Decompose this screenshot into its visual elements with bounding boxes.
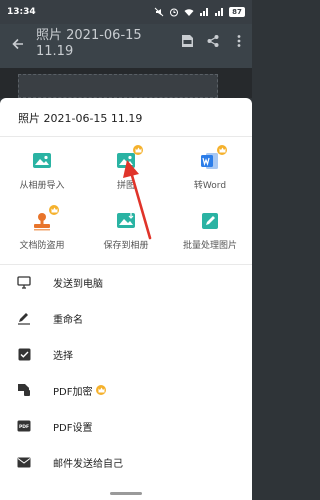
- pdf-lock-icon: [16, 382, 32, 398]
- pen-icon: [16, 310, 32, 326]
- app-bar-actions: [174, 26, 252, 56]
- list-item-select[interactable]: 选择: [0, 336, 252, 372]
- monitor-icon: [16, 274, 32, 290]
- more-button[interactable]: [226, 26, 252, 56]
- list-item-pdf-settings[interactable]: PDF PDF设置: [0, 408, 252, 444]
- grid-item-label: 拼图: [116, 181, 135, 191]
- pdf-button[interactable]: [174, 26, 200, 56]
- pdf-icon: PDF: [16, 418, 32, 434]
- list-item-label: 重命名: [53, 314, 83, 326]
- grid-item-label: 从相册导入: [19, 181, 65, 191]
- list-item-rename[interactable]: 重命名: [0, 300, 252, 336]
- mute-icon: [154, 7, 164, 17]
- crown-icon: [133, 145, 143, 155]
- grid-item-collage[interactable]: 拼图: [84, 145, 168, 200]
- pdf-icon: [181, 35, 193, 47]
- battery-icon: 87: [229, 7, 245, 17]
- grid-item-save-album[interactable]: 保存到相册: [84, 210, 168, 260]
- more-vertical-icon: [237, 35, 241, 47]
- crown-icon: [49, 205, 59, 215]
- gesture-nav-bar[interactable]: [110, 492, 142, 495]
- sheet-title: 照片 2021-06-15 11.19: [18, 112, 143, 125]
- document-page-placeholder: [18, 74, 218, 98]
- alarm-icon: [170, 8, 178, 17]
- collage-icon: [115, 145, 143, 172]
- signal-2-icon: [215, 8, 223, 16]
- share-icon: [207, 35, 219, 47]
- image-import-icon: [31, 150, 53, 172]
- grid-item-label: 保存到相册: [103, 241, 149, 251]
- bottom-sheet: 照片 2021-06-15 11.19 从相册导入 拼图 转Word 文档防盗用: [0, 98, 252, 500]
- word-icon: [199, 145, 227, 172]
- back-button[interactable]: [0, 26, 36, 62]
- batch-edit-icon: [199, 210, 221, 232]
- crown-icon: [217, 145, 227, 155]
- wifi-icon: [184, 9, 194, 16]
- list-item-send-to-pc[interactable]: 发送到电脑: [0, 264, 252, 300]
- mail-icon: [16, 454, 32, 470]
- grid-item-anti-theft[interactable]: 文档防盗用: [0, 205, 84, 260]
- checkbox-icon: [16, 346, 32, 362]
- grid-item-to-word[interactable]: 转Word: [168, 145, 252, 200]
- list-item-label: PDF设置: [53, 422, 93, 434]
- status-time: 13:34: [7, 7, 36, 17]
- grid-item-label: 文档防盗用: [19, 241, 65, 251]
- signal-icon: [200, 8, 208, 16]
- document-preview: [0, 68, 252, 98]
- stamp-icon: [31, 205, 59, 232]
- list-item-label: 发送到电脑: [53, 278, 103, 290]
- grid-item-batch-edit[interactable]: 批量处理图片: [168, 210, 252, 260]
- grid-item-label: 批量处理图片: [182, 241, 237, 251]
- list-item-text: PDF加密: [53, 386, 93, 398]
- svg-text:PDF: PDF: [19, 424, 29, 430]
- grid-item-import-album[interactable]: 从相册导入: [0, 150, 84, 200]
- sheet-divider: [0, 136, 252, 137]
- list-item-label: PDF加密: [53, 383, 107, 398]
- page-title: 照片 2021-06-15 11.19: [36, 28, 142, 59]
- share-button[interactable]: [200, 26, 226, 56]
- grid-item-label: 转Word: [193, 181, 227, 191]
- crown-icon: [96, 385, 107, 395]
- status-icons: 87: [154, 7, 245, 17]
- app-bar: 照片 2021-06-15 11.19: [0, 24, 252, 68]
- save-to-album-icon: [115, 210, 137, 232]
- status-bar: 13:34 87: [0, 0, 252, 24]
- back-arrow-icon: [12, 38, 23, 50]
- list-item-label: 选择: [53, 350, 73, 362]
- list-item-pdf-encrypt[interactable]: PDF加密: [0, 372, 252, 408]
- list-item-label: 邮件发送给自己: [53, 458, 123, 470]
- list-item-mail-self[interactable]: 邮件发送给自己: [0, 444, 252, 480]
